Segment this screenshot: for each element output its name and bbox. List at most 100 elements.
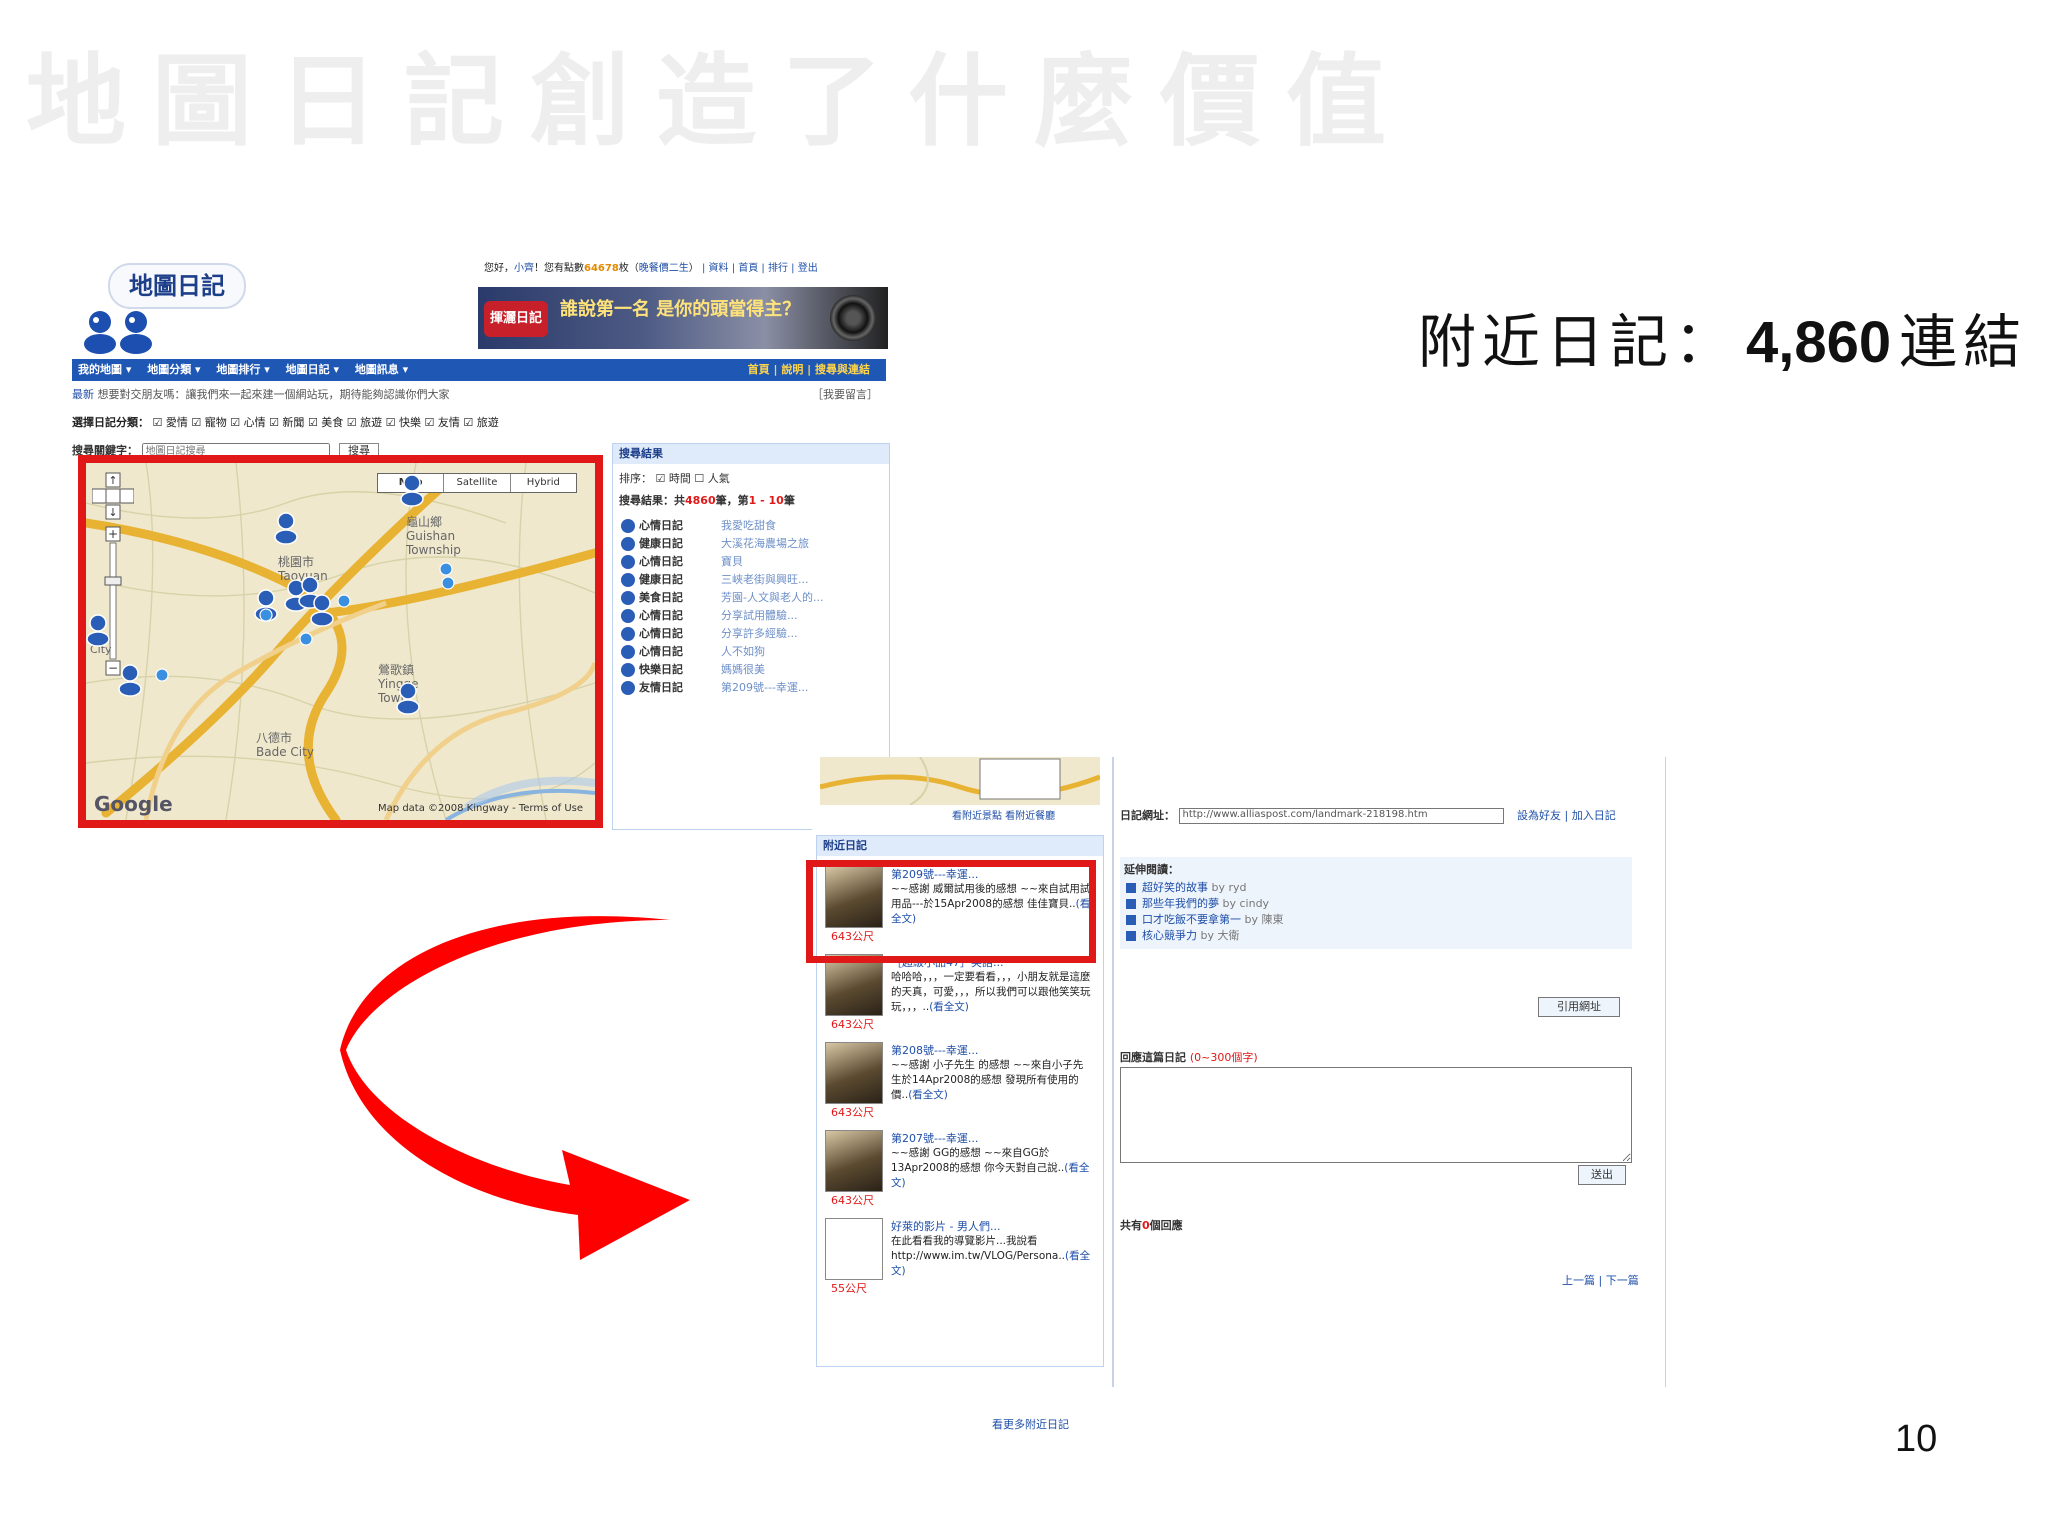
related-title: 延伸閱讀： [1124,863,1179,876]
diary-url-actions[interactable]: 設為好友 | 加入日記 [1517,809,1616,822]
diary-url-row: 日記網址： http://www.alliaspost.com/landmark… [1120,808,1616,824]
user-greeting: 您好，小齊！您有點數64678枚（晚餐價二生） | 資料 | 首頁 | 排行 |… [484,263,818,274]
cite-url-button[interactable]: 引用網址 [1538,997,1620,1017]
category-checkbox[interactable]: ☑ 旅遊 [463,416,498,429]
diary-category-icon [621,663,635,677]
diary-url-field[interactable]: http://www.alliaspost.com/landmark-21819… [1178,808,1504,824]
result-item[interactable]: 心情日記 人不如狗 [621,642,883,662]
zoom-control[interactable]: ↑ ↓ + − [92,471,134,701]
related-link[interactable]: 那些年我們的夢 by cindy [1126,895,1269,911]
results-header: 搜尋結果 [613,444,889,464]
bullet-icon [1126,931,1136,941]
map-brand: Google [94,792,173,816]
map-type-hybrid[interactable]: Hybrid [511,474,576,492]
prev-next-pager[interactable]: 上一篇 | 下一篇 [1562,1272,1639,1288]
place-label: 龜山鄉 Guishan Township [406,515,461,557]
reply-label: 回應這篇日記 (0~300個字) [1120,1051,1258,1064]
svg-text:+: + [108,527,118,541]
nav-item-categories[interactable]: 地圖分類 ▾ [147,363,200,376]
category-checkbox[interactable]: ☑ 美食 [308,416,343,429]
map-type-satellite[interactable]: Satellite [444,474,511,492]
result-item[interactable]: 健康日記 三峽老街與興旺... [621,570,883,590]
promo-banner[interactable]: 揮灑日記 誰說第一名 是你的頭當得主？ [478,287,888,349]
result-item[interactable]: 友情日記 第209號---幸運... [621,678,883,698]
mini-map[interactable] [819,756,1101,806]
result-item[interactable]: 心情日記 我愛吃甜食 [621,516,883,536]
bullet-icon [1126,899,1136,909]
related-link[interactable]: 口才吃飯不要拿第一 by 陳東 [1126,911,1284,927]
slide-title: 地圖日記創造了什麼價值 [26,43,1412,160]
column-divider [1112,757,1114,1387]
notice-tag[interactable]: 最新 [72,388,94,401]
category-checkbox[interactable]: ☑ 快樂 [386,416,421,429]
callout-number: 4,860 [1746,310,1892,375]
reply-textarea[interactable] [1120,1067,1632,1163]
result-item[interactable]: 心情日記 寶貝 [621,552,883,572]
place-label: 桃園市 Taoyuan [278,555,328,583]
result-item[interactable]: 美食日記 芳園-人文與老人的... [621,588,883,608]
result-item[interactable]: 健康日記 大溪花海農場之旅 [621,534,883,554]
distance: 643公尺 [831,1106,874,1119]
result-item[interactable]: 心情日記 分享試用體驗... [621,606,883,626]
map-type-map[interactable]: Map [378,474,445,492]
nearby-excerpt: ~~感謝 GG的感想 ~~來自GG於13Apr2008的感想 你今天對自己說..… [891,1147,1090,1189]
category-checkbox[interactable]: ☑ 寵物 [191,416,226,429]
avatar [825,1130,883,1192]
result-item[interactable]: 心情日記 分享許多經驗... [621,624,883,644]
category-checkbox[interactable]: ☑ 愛情 [153,416,188,429]
read-more-link[interactable]: (看全文) [908,1089,948,1101]
nearby-item[interactable]: 643公尺 第208號---幸運... ~~感謝 小子先生 的感想 ~~來自小子… [825,1042,1097,1122]
diary-category-icon [621,573,635,587]
callout-label: 附近日記： [1418,308,1739,376]
notice-action[interactable]: ［我要留言］ [812,385,878,405]
more-nearby-link[interactable]: 看更多附近日記 [992,1416,1069,1432]
read-more-link[interactable]: (看全文) [929,1001,969,1013]
svg-text:−: − [108,661,118,675]
curved-arrow-icon [340,916,690,1260]
diary-category-icon [621,681,635,695]
nearby-title[interactable]: 好萊的影片 - 男人們... [891,1218,1000,1234]
category-checkbox[interactable]: ☑ 新聞 [269,416,304,429]
category-checkbox[interactable]: ☑ 心情 [230,416,265,429]
place-label: 八德市 Bade City [256,731,314,759]
diary-map[interactable]: Map Satellite Hybrid ↑ ↓ + − 龜山鄉 Guishan T… [78,455,603,828]
banner-text: 誰說第一名 是你的頭當得主？ [560,299,801,320]
nav-item-my-map[interactable]: 我的地圖 ▾ [78,363,131,376]
speaker-icon [830,295,876,341]
notice-text[interactable]: 想要對交朋友嗎：讓我們來一起來建一個網站玩，期待能夠認識你們大家 [98,388,450,401]
results-total: 4860 [685,494,716,507]
nearby-item[interactable]: 643公尺 第207號---幸運... ~~感謝 GG的感想 ~~來自GG於13… [825,1130,1097,1210]
map-copyright[interactable]: Map data ©2008 Kingway - Terms of Use [378,803,583,814]
banner-badge: 揮灑日記 [484,301,548,337]
sort-options[interactable]: 排序： ☑ 時間 ☐ 人氣 [619,470,730,486]
nearby-title[interactable]: 第208號---幸運... [891,1042,978,1058]
distance: 643公尺 [831,1018,874,1031]
nearby-title[interactable]: 第207號---幸運... [891,1130,978,1146]
nearby-item[interactable]: 55公尺 好萊的影片 - 男人們... 在此看看我的導覽影片...我說看 htt… [825,1218,1097,1298]
nav-item-ranking[interactable]: 地圖排行 ▾ [216,363,269,376]
greeting-link[interactable]: 晚餐價二生 [639,263,689,274]
related-link[interactable]: 超好笑的故事 by ryd [1126,879,1247,895]
result-item[interactable]: 快樂日記 媽媽很美 [621,660,883,680]
nearby-item[interactable]: 643公尺 ［超級小品47］笑話... 哈哈哈，，，一定要看看，，，小朋友就是這… [825,954,1097,1034]
send-button[interactable]: 送出 [1578,1165,1626,1185]
username-link[interactable]: 小齊 [514,263,534,274]
nearby-excerpt: 在此看看我的導覽影片...我說看 http://www.im.tw/VLOG/P… [891,1235,1091,1277]
nearby-highlight-box [806,860,1096,963]
nearby-excerpt: ~~感謝 小子先生 的感想 ~~來自小子先生於14Apr2008的感想 發現所有… [891,1059,1084,1101]
category-checkbox[interactable]: ☑ 旅遊 [347,416,382,429]
mascot-icon [84,311,152,354]
nav-item-diary[interactable]: 地圖日記 ▾ [286,363,339,376]
nearby-count-callout: 附近日記： 4,860 連結 [1418,295,2027,379]
nav-item-messages[interactable]: 地圖訊息 ▾ [355,363,408,376]
category-checkbox[interactable]: ☑ 友情 [425,416,460,429]
category-filter: 選擇日記分類： ☑ 愛情 ☑ 寵物 ☑ 心情 ☑ 新聞 ☑ 美食 ☑ 旅遊 ☑ … [72,416,499,429]
map-diary-search-screenshot: 地圖日記 您好，小齊！您有點數64678枚（晚餐價二生） | 資料 | 首頁 |… [72,255,890,830]
site-logo[interactable]: 地圖日記 [108,263,246,309]
account-links[interactable]: | 資料 | 首頁 | 排行 | 登出 [702,263,818,274]
place-label: City [90,643,112,656]
nav-right-links[interactable]: 首頁 | 說明 | 搜尋與連結 [748,359,870,381]
results-count: 搜尋結果：共4860筆，第1 - 10筆 [619,494,795,507]
related-link[interactable]: 核心競爭力 by 大衛 [1126,927,1240,943]
mini-map-links[interactable]: 看附近景點 看附近餐廳 [952,807,1055,822]
